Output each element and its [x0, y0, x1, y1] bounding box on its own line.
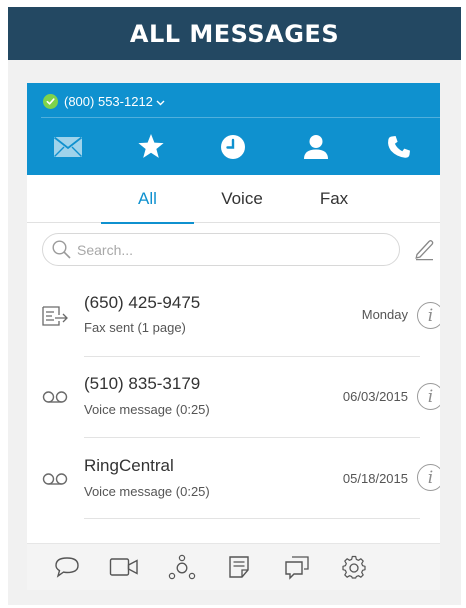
top-bar: (800) 553-1212: [27, 83, 440, 175]
message-subtitle: Fax sent (1 page): [84, 320, 186, 335]
message-date: 06/03/2015: [342, 389, 408, 404]
clock-icon: [221, 134, 246, 159]
message-date: 05/18/2015: [342, 471, 408, 486]
compose-icon[interactable]: [413, 237, 435, 261]
note-icon: [229, 556, 249, 578]
message-row[interactable]: (510) 835-3179 Voice message (0:25) 06/0…: [27, 357, 440, 438]
message-contact: (650) 425-9475: [84, 293, 201, 312]
conference-icon: [168, 554, 195, 580]
bottom-notes-button[interactable]: [211, 544, 269, 591]
message-date: Monday: [361, 307, 408, 322]
active-tab-indicator: [101, 222, 194, 224]
bottom-settings-button[interactable]: [326, 544, 384, 591]
chat-bubble-icon: [55, 557, 79, 578]
nav-dialer[interactable]: [357, 118, 440, 175]
message-subtitle: Voice message (0:25): [84, 402, 210, 417]
nav-recents[interactable]: [192, 118, 275, 175]
phone-icon: [387, 135, 410, 158]
voicemail-icon: [42, 391, 68, 403]
main-nav: [27, 118, 440, 175]
row-divider: [84, 518, 420, 519]
page-banner: ALL MESSAGES: [8, 7, 461, 60]
gear-icon: [342, 555, 366, 579]
nav-messages[interactable]: [27, 118, 110, 175]
bottom-conference-button[interactable]: [153, 544, 211, 591]
tab-voice[interactable]: Voice: [198, 175, 286, 223]
fax-sent-icon: [42, 306, 68, 326]
info-icon[interactable]: i: [417, 302, 440, 329]
message-contact: RingCentral: [84, 456, 174, 475]
message-subtitle: Voice message (0:25): [84, 484, 210, 499]
voicemail-icon: [42, 473, 68, 485]
search-input[interactable]: [77, 241, 377, 258]
bottom-toolbar: [27, 543, 440, 590]
nav-contacts[interactable]: [275, 118, 358, 175]
chevron-down-icon: [156, 94, 165, 109]
bottom-chat-button[interactable]: [38, 544, 96, 591]
message-row[interactable]: (650) 425-9475 Fax sent (1 page) Monday …: [27, 276, 440, 357]
app-window: (800) 553-1212 All Voice Fax Search... (…: [27, 83, 440, 590]
star-icon: [138, 134, 164, 158]
tab-fax[interactable]: Fax: [290, 175, 378, 223]
bottom-video-button[interactable]: [96, 544, 154, 591]
person-icon: [304, 134, 329, 159]
video-camera-icon: [110, 558, 138, 576]
search-icon: [52, 240, 71, 259]
message-icon: [285, 556, 309, 580]
tab-all[interactable]: All: [101, 175, 194, 223]
envelope-icon: [54, 136, 83, 157]
account-phone: (800) 553-1212: [64, 93, 153, 109]
search-box: [42, 233, 400, 266]
account-selector[interactable]: (800) 553-1212: [43, 89, 165, 113]
message-tabs: All Voice Fax: [27, 175, 440, 223]
check-circle-icon: [43, 93, 58, 109]
info-icon[interactable]: i: [417, 383, 440, 410]
bottom-text-button[interactable]: [268, 544, 326, 591]
message-row[interactable]: RingCentral Voice message (0:25) 05/18/2…: [27, 438, 440, 519]
message-contact: (510) 835-3179: [84, 374, 201, 393]
nav-favorites[interactable]: [110, 118, 193, 175]
info-icon[interactable]: i: [417, 464, 440, 491]
